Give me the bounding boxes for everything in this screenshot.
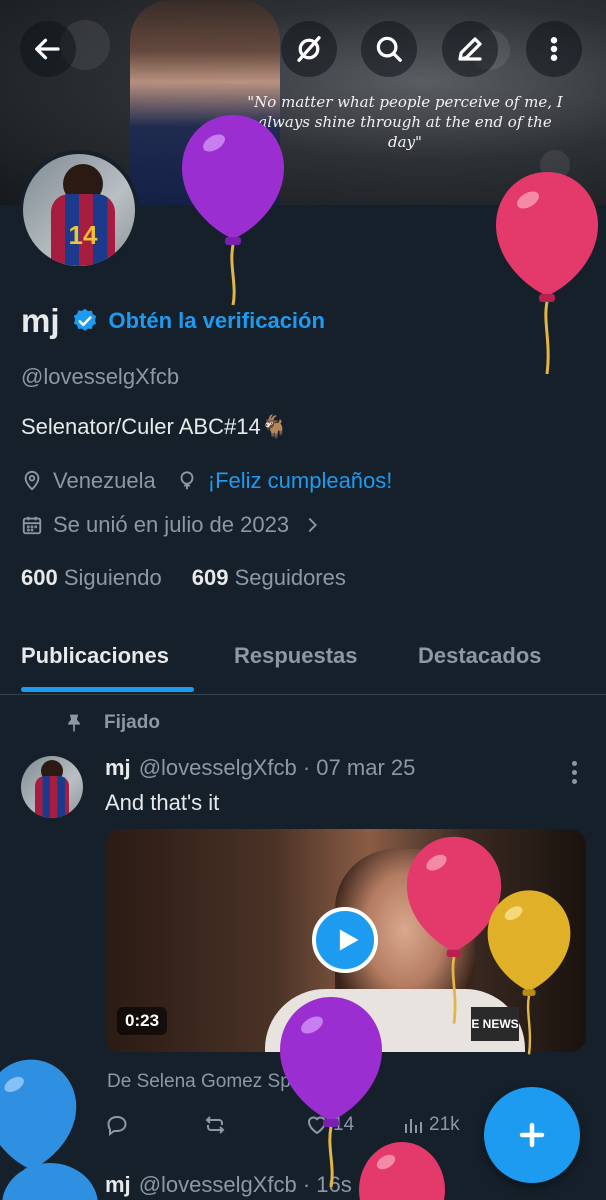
bokeh-decoration (540, 150, 570, 180)
avatar-jersey: 14 (51, 194, 115, 266)
back-button[interactable] (20, 21, 76, 77)
following-label: Siguiendo (63, 565, 162, 590)
banner-quote: "No matter what people perceive of me, I… (247, 93, 563, 151)
following-link[interactable]: 600 Siguiendo (21, 565, 162, 591)
grok-icon (297, 36, 321, 62)
like-button[interactable]: 14 (305, 1113, 354, 1137)
post-avatar[interactable] (21, 756, 83, 818)
arrow-left-icon (35, 38, 60, 60)
active-tab-indicator (21, 687, 194, 692)
video-duration: 0:23 (117, 1007, 168, 1035)
more-vertical-icon (550, 37, 558, 62)
repost-button[interactable] (203, 1113, 231, 1137)
balloon-icon (180, 471, 194, 490)
profile-tabs: Publicaciones Respuestas Destacados (0, 625, 606, 695)
post-author-name[interactable]: mj (105, 755, 131, 781)
post-author-meta: @lovesselgXfcb · 16s (138, 1172, 352, 1197)
chevron-right-icon (308, 517, 318, 533)
post-avatar[interactable] (21, 1165, 83, 1200)
birthday-balloon-pink (358, 1140, 446, 1200)
tab-destacados[interactable]: Destacados (418, 643, 542, 669)
search-icon (376, 36, 402, 62)
profile-handle: @lovesselgXfcb (21, 364, 180, 389)
followers-link[interactable]: 609 Seguidores (192, 565, 346, 591)
following-count: 600 (21, 565, 58, 590)
profile-avatar[interactable]: 14 (19, 150, 139, 270)
edit-button[interactable] (442, 21, 498, 77)
location-pin-icon (24, 470, 40, 491)
video-watermark: E NEWS (471, 1007, 519, 1041)
reply-icon (107, 1115, 127, 1136)
more-button[interactable] (526, 21, 582, 77)
compose-post-button[interactable] (484, 1087, 580, 1183)
post-text: And that's it (105, 790, 220, 815)
post-author-name[interactable]: mj (105, 1172, 131, 1198)
profile-location: Venezuela (53, 468, 156, 493)
followers-label: Seguidores (234, 565, 346, 590)
balloon-icon (359, 1142, 445, 1200)
post-author-meta: @lovesselgXfcb · 07 mar 25 (138, 755, 416, 780)
follow-stats: 600 Siguiendo 609 Seguidores (21, 565, 346, 591)
post-actions: 14 21k (105, 1113, 485, 1143)
profile-name: mj (21, 302, 60, 339)
tab-respuestas[interactable]: Respuestas (234, 643, 358, 669)
video-source[interactable]: De Selena Gomez Spain (107, 1071, 316, 1093)
pencil-icon (458, 37, 482, 61)
pinned-label: Fijado (104, 712, 160, 733)
profile-bio: Selenator/Culer ABC#14🐐 (21, 414, 289, 439)
play-button[interactable] (312, 907, 378, 973)
jersey-number: 14 (68, 220, 98, 250)
followers-count: 609 (191, 565, 229, 590)
avatar-jersey (35, 776, 69, 818)
repost-icon (205, 1116, 225, 1134)
post-more-icon[interactable] (572, 761, 578, 788)
post-header: mj @lovesselgXfcb · 07 mar 25 (105, 755, 415, 781)
reply-button[interactable] (105, 1113, 133, 1137)
get-verified-link[interactable]: Obtén la verificación (109, 308, 325, 334)
pinned-indicator: Fijado (64, 712, 160, 734)
verified-badge-icon[interactable] (71, 307, 99, 335)
views-chart-icon (405, 1119, 422, 1133)
post-header: mj @lovesselgXfcb · 16s (105, 1172, 352, 1198)
profile-name-row: mj Obtén la verificación (21, 302, 325, 340)
play-icon (339, 929, 358, 951)
calendar-icon (22, 516, 42, 535)
search-button[interactable] (361, 21, 417, 77)
profile-joined-date: Se unió en julio de 2023 (53, 512, 290, 537)
heart-icon (307, 1116, 327, 1135)
pin-icon (68, 714, 80, 732)
plus-icon (519, 1122, 545, 1148)
views-count: 21k (429, 1114, 460, 1135)
views-button[interactable]: 21k (401, 1113, 460, 1137)
profile-meta-joined-row[interactable]: Se unió en julio de 2023 (21, 512, 323, 538)
post-video[interactable]: 0:23 E NEWS (105, 829, 586, 1052)
grok-button[interactable] (281, 21, 337, 77)
birthday-link[interactable]: ¡Feliz cumpleaños! (208, 468, 393, 494)
tab-publicaciones[interactable]: Publicaciones (21, 643, 169, 669)
like-count: 14 (333, 1114, 355, 1135)
profile-meta-location-row: Venezuela ¡Feliz cumpleaños! (21, 468, 392, 494)
